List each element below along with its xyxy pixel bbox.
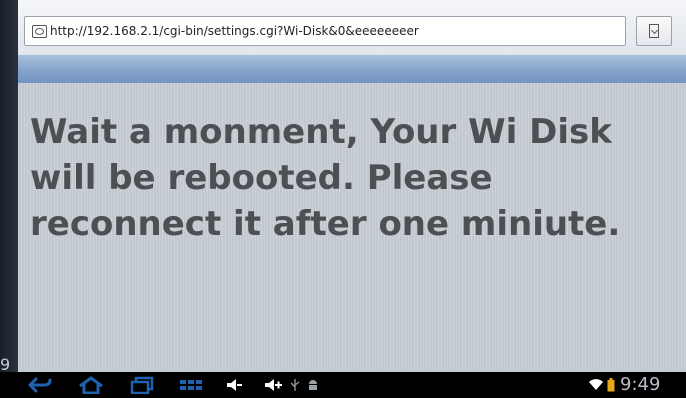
bookmark-button[interactable]	[636, 16, 672, 46]
home-icon[interactable]	[76, 372, 106, 398]
reboot-message: Wait a monment, Your Wi Disk will be reb…	[30, 112, 621, 244]
page-icon	[32, 24, 47, 38]
android-icon	[306, 372, 320, 398]
wifi-icon	[588, 372, 604, 398]
browser-toolbar: http://192.168.2.1/cgi-bin/settings.cgi?…	[18, 0, 686, 55]
volume-down-icon[interactable]	[224, 372, 244, 398]
page-content: Wait a monment, Your Wi Disk will be reb…	[18, 83, 686, 372]
clock: 9:49	[620, 374, 661, 395]
battery-icon	[606, 372, 616, 398]
back-icon[interactable]	[26, 372, 54, 398]
url-bar[interactable]: http://192.168.2.1/cgi-bin/settings.cgi?…	[24, 16, 626, 46]
left-bezel-strip: 9	[0, 0, 18, 374]
menu-icon[interactable]	[176, 372, 206, 398]
title-band	[18, 55, 686, 83]
recent-apps-icon[interactable]	[128, 372, 156, 398]
url-text[interactable]: http://192.168.2.1/cgi-bin/settings.cgi?…	[50, 24, 419, 38]
volume-up-icon[interactable]	[262, 372, 284, 398]
system-bar: 9:49	[0, 372, 686, 398]
browser-window: http://192.168.2.1/cgi-bin/settings.cgi?…	[18, 0, 686, 372]
usb-icon	[288, 372, 302, 398]
tablet-screen: 9 http://192.168.2.1/cgi-bin/settings.cg…	[0, 0, 686, 398]
bookmark-icon	[649, 24, 659, 38]
